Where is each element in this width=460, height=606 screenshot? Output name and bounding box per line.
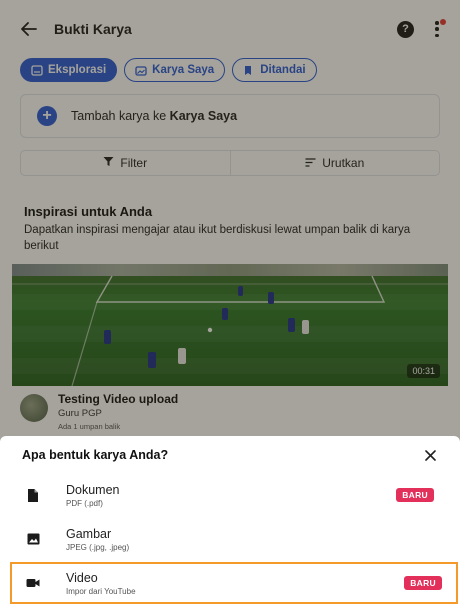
option-text: Gambar JPEG (.jpg, .jpeg) [66,527,129,552]
new-badge: BARU [404,576,442,590]
option-text: Video Impor dari YouTube [66,571,136,596]
image-icon [26,531,40,547]
close-icon[interactable] [422,447,438,463]
option-gambar[interactable]: Gambar JPEG (.jpg, .jpeg) [0,518,460,560]
option-text: Dokumen PDF (.pdf) [66,483,120,508]
option-format: PDF (.pdf) [66,498,103,508]
option-video[interactable]: Video Impor dari YouTube BARU [10,562,458,604]
sheet-header: Apa bentuk karya Anda? [0,436,460,474]
document-icon [26,487,40,503]
option-format: JPEG (.jpg, .jpeg) [66,542,130,552]
sheet-title: Apa bentuk karya Anda? [22,448,169,462]
option-dokumen[interactable]: Dokumen PDF (.pdf) BARU [0,474,460,516]
video-camera-icon [26,575,40,591]
option-format: Impor dari YouTube [66,586,136,596]
option-label: Video [66,570,98,585]
work-type-bottom-sheet: Apa bentuk karya Anda? Dokumen PDF (.pdf… [0,436,460,606]
option-label: Dokumen [66,482,120,497]
option-label: Gambar [66,526,112,541]
new-badge: BARU [396,488,434,502]
